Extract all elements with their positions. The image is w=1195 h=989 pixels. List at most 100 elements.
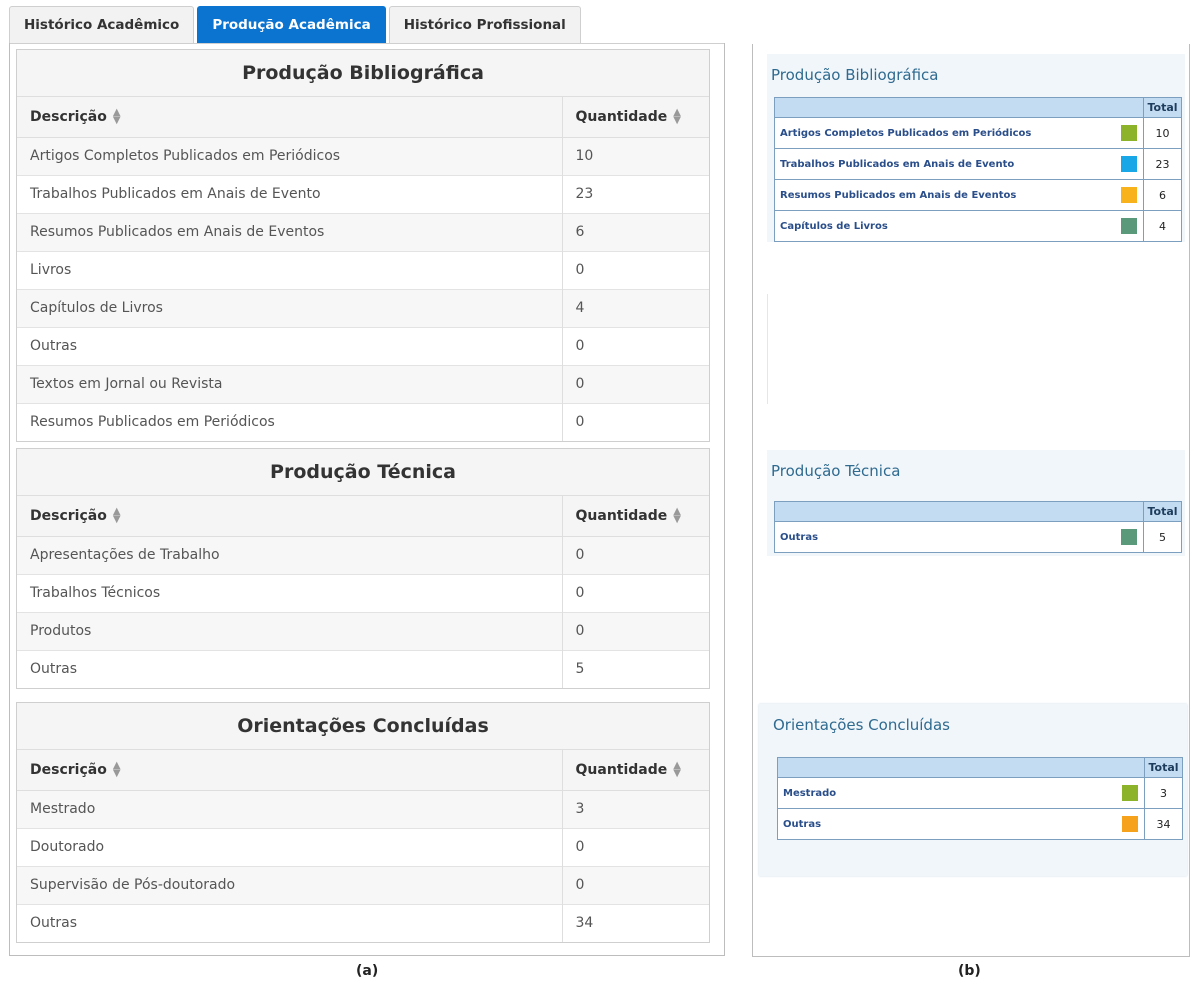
sort-icon[interactable]: ▲ ▼	[673, 107, 681, 125]
divider	[767, 294, 768, 404]
table-row: Produtos 0	[17, 611, 709, 650]
table-row: Capítulos de Livros 4	[17, 288, 709, 327]
summary-row-label[interactable]: Trabalhos Publicados em Anais de Evento	[774, 148, 1116, 180]
column-header-descricao[interactable]: Descrição ▲ ▼	[17, 97, 562, 138]
summary-table: Total Outras 5	[774, 501, 1182, 553]
column-header-quantidade[interactable]: Quantidade ▲ ▼	[561, 750, 709, 791]
summary-row: Outras 34	[777, 808, 1183, 840]
row-description: Trabalhos Publicados em Anais de Evento	[17, 174, 562, 213]
summary-row-total: 34	[1144, 808, 1183, 840]
row-description: Produtos	[17, 611, 562, 650]
column-header-descricao[interactable]: Descrição ▲ ▼	[17, 750, 562, 791]
section-title: Orientações Concluídas	[17, 703, 709, 750]
tab-producao-academica[interactable]: Produção Acadêmica	[197, 6, 386, 44]
section-producao-tecnica: Produção Técnica Descrição ▲ ▼ Quantidade ▲…	[16, 448, 710, 689]
row-quantity: 34	[561, 903, 709, 942]
tab-historico-academico[interactable]: Histórico Acadêmico	[9, 6, 195, 44]
table-row: Outras 34	[17, 903, 709, 942]
legend-swatch	[1115, 117, 1144, 149]
sort-icon[interactable]: ▲ ▼	[113, 107, 121, 125]
legend-swatch	[1115, 521, 1144, 553]
row-quantity: 0	[561, 535, 709, 574]
table-header-row: Descrição ▲ ▼ Quantidade ▲ ▼	[17, 750, 709, 791]
summary-row: Capítulos de Livros 4	[774, 210, 1182, 242]
row-description: Livros	[17, 250, 562, 289]
summary-row-total: 6	[1143, 179, 1182, 211]
tab-historico-profissional[interactable]: Histórico Profissional	[388, 6, 581, 44]
sort-icon[interactable]: ▲ ▼	[673, 760, 681, 778]
column-header-descricao[interactable]: Descrição ▲ ▼	[17, 496, 562, 537]
table-row: Outras 5	[17, 649, 709, 688]
summary-row-total: 23	[1143, 148, 1182, 180]
summary-producao-bibliografica: Produção Bibliográfica Total Artigos Com…	[767, 54, 1185, 242]
row-description: Trabalhos Técnicos	[17, 573, 562, 612]
summary-row-label[interactable]: Outras	[777, 808, 1117, 840]
summary-header-row: Total	[777, 757, 1183, 778]
row-description: Resumos Publicados em Periódicos	[17, 402, 562, 441]
summary-header-total: Total	[1144, 757, 1183, 778]
summary-row-label[interactable]: Resumos Publicados em Anais de Eventos	[774, 179, 1116, 211]
summary-orientacoes-concluidas: Orientações Concluídas Total Mestrado 3 …	[759, 704, 1187, 876]
summary-row-total: 10	[1143, 117, 1182, 149]
summary-header-row: Total	[774, 97, 1182, 118]
summary-row: Outras 5	[774, 521, 1182, 553]
row-description: Capítulos de Livros	[17, 288, 562, 327]
summary-header-blank	[777, 757, 1145, 778]
row-description: Resumos Publicados em Anais de Eventos	[17, 212, 562, 251]
summary-row-label[interactable]: Mestrado	[777, 777, 1117, 809]
table-producao-tecnica: Descrição ▲ ▼ Quantidade ▲ ▼ Apresentações d…	[17, 496, 709, 688]
caption-b: (b)	[958, 963, 981, 979]
legend-swatch	[1115, 179, 1144, 211]
summary-row: Artigos Completos Publicados em Periódic…	[774, 117, 1182, 149]
row-quantity: 0	[561, 250, 709, 289]
table-row: Supervisão de Pós-doutorado 0	[17, 865, 709, 904]
table-orientacoes-concluidas: Descrição ▲ ▼ Quantidade ▲ ▼ Mestrado 3 Douto…	[17, 750, 709, 942]
table-row: Textos em Jornal ou Revista 0	[17, 364, 709, 403]
table-producao-bibliografica: Descrição ▲ ▼ Quantidade ▲ ▼ Artigos Complet…	[17, 97, 709, 441]
sort-icon[interactable]: ▲ ▼	[673, 506, 681, 524]
summary-row: Resumos Publicados em Anais de Eventos 6	[774, 179, 1182, 211]
sort-icon[interactable]: ▲ ▼	[113, 760, 121, 778]
table-header-row: Descrição ▲ ▼ Quantidade ▲ ▼	[17, 97, 709, 138]
summary-row-label[interactable]: Artigos Completos Publicados em Periódic…	[774, 117, 1116, 149]
sort-icon[interactable]: ▲ ▼	[113, 506, 121, 524]
summary-row: Trabalhos Publicados em Anais de Evento …	[774, 148, 1182, 180]
table-row: Doutorado 0	[17, 827, 709, 866]
summary-header-total: Total	[1143, 501, 1182, 522]
row-description: Apresentações de Trabalho	[17, 535, 562, 574]
table-row: Livros 0	[17, 250, 709, 289]
row-quantity: 3	[561, 789, 709, 828]
summary-producao-tecnica: Produção Técnica Total Outras 5	[767, 450, 1185, 556]
summary-header-blank	[774, 97, 1144, 118]
summary-row: Mestrado 3	[777, 777, 1183, 809]
column-header-quantidade[interactable]: Quantidade ▲ ▼	[561, 97, 709, 138]
section-title: Produção Bibliográfica	[17, 50, 709, 97]
row-description: Textos em Jornal ou Revista	[17, 364, 562, 403]
row-quantity: 5	[561, 649, 709, 688]
summary-title: Orientações Concluídas	[773, 716, 950, 734]
summary-row-total: 3	[1144, 777, 1183, 809]
summary-row-label[interactable]: Capítulos de Livros	[774, 210, 1116, 242]
summary-header-blank	[774, 501, 1144, 522]
table-row: Apresentações de Trabalho 0	[17, 535, 709, 574]
column-header-quantidade[interactable]: Quantidade ▲ ▼	[561, 496, 709, 537]
summary-table: Total Artigos Completos Publicados em Pe…	[774, 97, 1182, 242]
panel-b-summary: Produção Bibliográfica Total Artigos Com…	[752, 44, 1190, 957]
summary-header-total: Total	[1143, 97, 1182, 118]
table-row: Trabalhos Técnicos 0	[17, 573, 709, 612]
table-row: Resumos Publicados em Anais de Eventos 6	[17, 212, 709, 251]
row-quantity: 0	[561, 326, 709, 365]
summary-title: Produção Bibliográfica	[771, 66, 939, 84]
row-quantity: 0	[561, 364, 709, 403]
table-row: Artigos Completos Publicados em Periódic…	[17, 136, 709, 175]
table-row: Mestrado 3	[17, 789, 709, 828]
row-description: Supervisão de Pós-doutorado	[17, 865, 562, 904]
row-quantity: 10	[561, 136, 709, 175]
row-description: Artigos Completos Publicados em Periódic…	[17, 136, 562, 175]
row-quantity: 4	[561, 288, 709, 327]
summary-title: Produção Técnica	[771, 462, 901, 480]
summary-row-label[interactable]: Outras	[774, 521, 1116, 553]
legend-swatch	[1116, 808, 1145, 840]
row-description: Mestrado	[17, 789, 562, 828]
summary-row-total: 5	[1143, 521, 1182, 553]
